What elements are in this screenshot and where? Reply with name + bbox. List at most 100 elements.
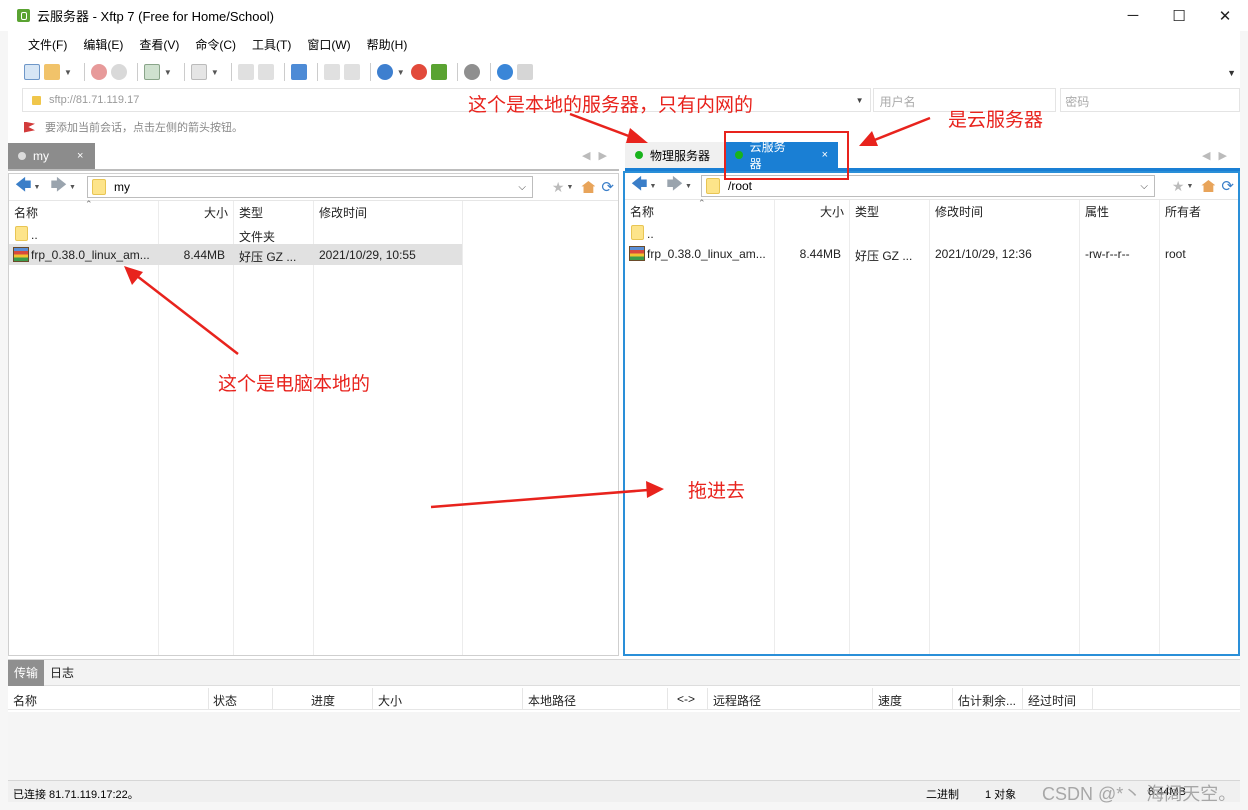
transfer-col-remote-path[interactable]: 远程路径 xyxy=(713,692,761,709)
globe-icon[interactable] xyxy=(376,64,393,80)
tab-transfer[interactable]: 传输 xyxy=(8,659,45,686)
forward-arrow-icon[interactable]: 🡆 xyxy=(666,173,683,200)
open-folder-icon[interactable] xyxy=(44,64,60,80)
back-dropdown-icon[interactable]: ▼ xyxy=(34,184,41,191)
column-header-modified[interactable]: 修改时间 xyxy=(319,201,367,223)
copy-icon[interactable] xyxy=(323,64,340,80)
column-header-name[interactable]: 名称 xyxy=(14,201,38,223)
transfer-col-local-path[interactable]: 本地路径 xyxy=(528,692,576,709)
forward-dropdown-icon[interactable]: ▼ xyxy=(685,183,692,190)
star-icon[interactable]: ★ xyxy=(1172,178,1185,195)
local-path-input[interactable]: my ⌵ xyxy=(87,176,533,198)
add-session-arrow-icon[interactable] xyxy=(24,121,35,133)
menu-window[interactable]: 窗口(W) xyxy=(307,36,350,53)
close-window-button[interactable]: ✕ xyxy=(1202,0,1248,31)
refresh-icon[interactable]: ⟳ xyxy=(601,178,614,196)
minimize-button[interactable]: ─ xyxy=(1110,0,1156,31)
forward-arrow-icon[interactable]: 🡆 xyxy=(50,174,67,201)
column-header-attributes[interactable]: 属性 xyxy=(1085,200,1109,222)
annotation-drag-in: 拖进去 xyxy=(688,481,746,502)
right-tab-scroll-icon[interactable]: ◀▶ xyxy=(1202,149,1235,162)
paste-icon[interactable] xyxy=(343,64,360,80)
menu-view[interactable]: 查看(V) xyxy=(139,36,179,53)
transfer-col-eta[interactable]: 估计剩余... xyxy=(958,692,1016,709)
path-dropdown-icon[interactable]: ⌵ xyxy=(1140,181,1148,192)
folder-icon xyxy=(706,178,720,194)
globe-dropdown-icon[interactable]: ▼ xyxy=(397,68,405,77)
column-divider xyxy=(872,688,873,710)
table-row[interactable]: .. 文件夹 xyxy=(9,223,462,244)
new-window-dropdown-icon[interactable]: ▼ xyxy=(164,68,172,77)
file-icon[interactable] xyxy=(237,64,254,80)
column-header-modified[interactable]: 修改时间 xyxy=(935,200,983,222)
column-divider xyxy=(313,201,314,655)
transfer-col-speed[interactable]: 速度 xyxy=(878,692,902,709)
tab-physical-server[interactable]: 物理服务器 xyxy=(625,142,725,168)
home-icon[interactable] xyxy=(1201,180,1216,192)
table-row[interactable]: .. xyxy=(625,222,1238,243)
gear-icon[interactable] xyxy=(463,64,480,80)
local-nav-bar: 🡄 ▼ 🡆 ▼ my ⌵ ★ ▼ ⟳ xyxy=(9,174,618,201)
tab-close-icon[interactable]: × xyxy=(77,150,83,162)
local-nav-tools: ★ ▼ ⟳ xyxy=(552,178,614,197)
help-icon[interactable] xyxy=(496,64,513,80)
bookmark-dropdown-icon[interactable]: ▼ xyxy=(566,184,573,191)
toolbar-separator xyxy=(369,63,371,81)
transfer-col-direction[interactable]: <-> xyxy=(677,692,695,706)
xshell-icon[interactable] xyxy=(410,64,427,80)
column-divider xyxy=(462,201,463,655)
toolbar-overflow-icon[interactable]: ▼ xyxy=(1227,68,1236,78)
transfer-col-size[interactable]: 大小 xyxy=(378,692,402,709)
column-header-type[interactable]: 类型 xyxy=(855,200,879,222)
maximize-button[interactable]: ☐ xyxy=(1156,0,1202,31)
password-field[interactable]: 密码 xyxy=(1060,88,1241,112)
tab-my-label: my xyxy=(33,149,49,163)
menu-file[interactable]: 文件(F) xyxy=(28,36,67,53)
new-window-icon[interactable] xyxy=(143,64,160,80)
column-header-type[interactable]: 类型 xyxy=(239,201,263,223)
column-header-size[interactable]: 大小 xyxy=(204,201,228,223)
disconnect-icon[interactable] xyxy=(110,64,127,80)
host-dropdown-icon[interactable]: ▼ xyxy=(856,96,864,105)
column-header-owner[interactable]: 所有者 xyxy=(1165,200,1201,222)
menu-edit[interactable]: 编辑(E) xyxy=(83,36,123,53)
transfer-col-progress[interactable]: 进度 xyxy=(311,692,335,709)
transfer-col-name[interactable]: 名称 xyxy=(13,692,37,709)
left-tab-scroll-icon[interactable]: ◀▶ xyxy=(582,149,615,162)
column-divider xyxy=(272,688,273,710)
column-header-size[interactable]: 大小 xyxy=(820,200,844,222)
remote-nav-bar: 🡄 ▼ 🡆 ▼ /root ⌵ ★ ▼ ⟳ xyxy=(625,173,1238,200)
transfer-icon[interactable] xyxy=(290,64,307,80)
menu-help[interactable]: 帮助(H) xyxy=(367,36,408,53)
menu-tools[interactable]: 工具(T) xyxy=(252,36,291,53)
home-icon[interactable] xyxy=(581,181,596,193)
tab-my[interactable]: my × xyxy=(8,143,95,169)
chat-icon[interactable] xyxy=(516,64,533,80)
menu-command[interactable]: 命令(C) xyxy=(195,36,236,53)
table-row[interactable]: frp_0.38.0_linux_am... 8.44MB 好压 GZ ... … xyxy=(9,244,462,265)
forward-dropdown-icon[interactable]: ▼ xyxy=(69,184,76,191)
star-icon[interactable]: ★ xyxy=(552,179,565,196)
transfer-list xyxy=(8,712,1240,781)
open-dropdown-icon[interactable]: ▼ xyxy=(64,68,72,77)
new-session-icon[interactable] xyxy=(24,64,40,80)
path-dropdown-icon[interactable]: ⌵ xyxy=(518,182,526,193)
column-header-name[interactable]: 名称 xyxy=(630,200,654,222)
connect-icon[interactable] xyxy=(90,64,107,80)
refresh-icon[interactable]: ⟳ xyxy=(1221,177,1234,195)
transfer-col-status[interactable]: 状态 xyxy=(213,692,237,709)
table-row[interactable]: frp_0.38.0_linux_am... 8.44MB 好压 GZ ... … xyxy=(625,243,1238,264)
transfer-col-elapsed[interactable]: 经过时间 xyxy=(1028,692,1076,709)
xftp-icon[interactable] xyxy=(430,64,447,80)
file-copy-icon[interactable] xyxy=(257,64,274,80)
sort-arrow-icon: ⌃ xyxy=(85,198,93,209)
tab-log[interactable]: 日志 xyxy=(44,660,80,686)
local-file-pane: 🡄 ▼ 🡆 ▼ my ⌵ ★ ▼ ⟳ 名称 ⌃ 大小 类型 修改时间 .. 文件… xyxy=(8,173,619,656)
back-arrow-icon[interactable]: 🡄 xyxy=(631,173,648,200)
back-arrow-icon[interactable]: 🡄 xyxy=(15,174,32,201)
terminal-icon[interactable] xyxy=(190,64,207,80)
back-dropdown-icon[interactable]: ▼ xyxy=(650,183,657,190)
terminal-dropdown-icon[interactable]: ▼ xyxy=(211,68,219,77)
bookmark-dropdown-icon[interactable]: ▼ xyxy=(1186,183,1193,190)
file-name: .. xyxy=(647,227,654,241)
